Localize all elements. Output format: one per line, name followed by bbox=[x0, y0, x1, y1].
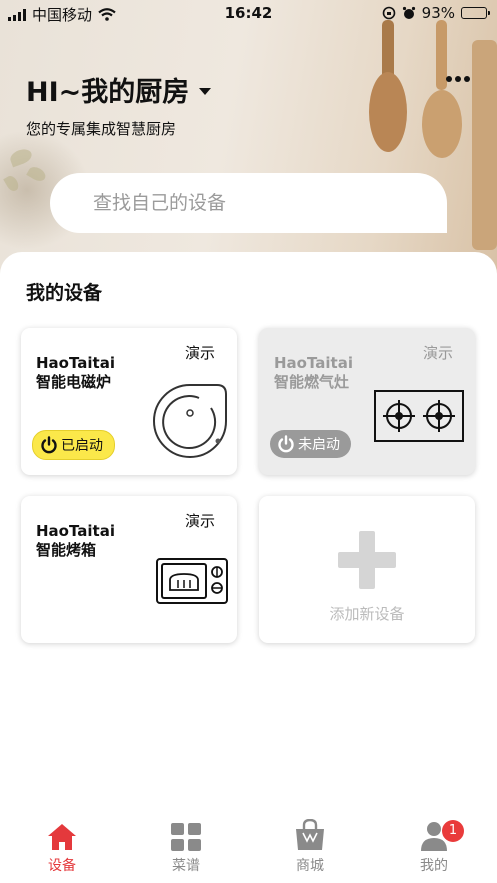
device-card-gas-stove[interactable]: HaoTaitai 智能燃气灶 演示 未启动 bbox=[259, 328, 475, 475]
status-label: 已启动 bbox=[61, 438, 103, 454]
tab-recipes[interactable]: 菜谱 bbox=[124, 815, 248, 875]
add-device-label: 添加新设备 bbox=[329, 605, 405, 623]
battery-icon bbox=[461, 7, 490, 19]
device-name: 智能电磁炉 bbox=[36, 373, 112, 391]
device-name: 智能燃气灶 bbox=[274, 373, 350, 391]
tab-label: 商城 bbox=[296, 858, 324, 874]
status-label: 未启动 bbox=[298, 437, 340, 453]
device-brand: HaoTaitai bbox=[36, 522, 115, 540]
status-toggle-on[interactable]: 已启动 bbox=[32, 430, 115, 460]
device-search-input[interactable]: 查找自己的设备 bbox=[50, 173, 447, 233]
alarm-icon bbox=[402, 6, 415, 19]
tab-label: 我的 bbox=[420, 858, 448, 874]
device-card-induction-cooker[interactable]: HaoTaitai 智能电磁炉 演示 已启动 bbox=[21, 328, 237, 475]
status-toggle-off[interactable]: 未启动 bbox=[270, 430, 351, 458]
power-icon bbox=[41, 436, 57, 454]
battery-percent: 93% bbox=[421, 4, 455, 22]
power-icon bbox=[278, 435, 294, 453]
induction-cooker-icon bbox=[153, 384, 227, 458]
demo-link[interactable]: 演示 bbox=[185, 510, 215, 531]
rotation-lock-icon bbox=[382, 6, 395, 20]
demo-link[interactable]: 演示 bbox=[423, 342, 453, 363]
kitchen-selector[interactable]: HI~我的厨房 bbox=[26, 70, 212, 109]
tab-shop[interactable]: 商城 bbox=[248, 815, 372, 875]
device-brand: HaoTaitai bbox=[274, 354, 353, 372]
page-subtitle: 您的专属集成智慧厨房 bbox=[26, 120, 177, 138]
plus-icon bbox=[338, 531, 396, 589]
tab-profile[interactable]: 我的 1 bbox=[372, 815, 496, 875]
device-card-oven[interactable]: HaoTaitai 智能烤箱 演示 bbox=[21, 496, 237, 643]
oven-icon bbox=[156, 558, 228, 604]
tab-label: 设备 bbox=[48, 858, 76, 874]
bottom-tab-bar: 设备 菜谱 商城 我的 1 bbox=[0, 815, 497, 883]
status-bar: 中国移动 16:42 93% bbox=[0, 0, 497, 26]
section-title: 我的设备 bbox=[26, 282, 103, 304]
home-icon bbox=[48, 824, 76, 850]
gas-stove-icon bbox=[374, 390, 464, 442]
demo-link[interactable]: 演示 bbox=[185, 342, 215, 363]
tab-devices[interactable]: 设备 bbox=[0, 815, 124, 875]
shopping-bag-icon bbox=[296, 819, 324, 850]
caret-down-icon bbox=[199, 88, 212, 95]
add-device-button[interactable]: 添加新设备 bbox=[259, 496, 475, 643]
grid-icon bbox=[171, 823, 201, 851]
device-brand: HaoTaitai bbox=[36, 354, 115, 372]
notification-badge: 1 bbox=[442, 820, 464, 842]
device-name: 智能烤箱 bbox=[36, 541, 97, 559]
page-title: HI~我的厨房 bbox=[26, 77, 190, 108]
more-menu-icon[interactable] bbox=[446, 76, 470, 82]
tab-label: 菜谱 bbox=[172, 858, 200, 874]
